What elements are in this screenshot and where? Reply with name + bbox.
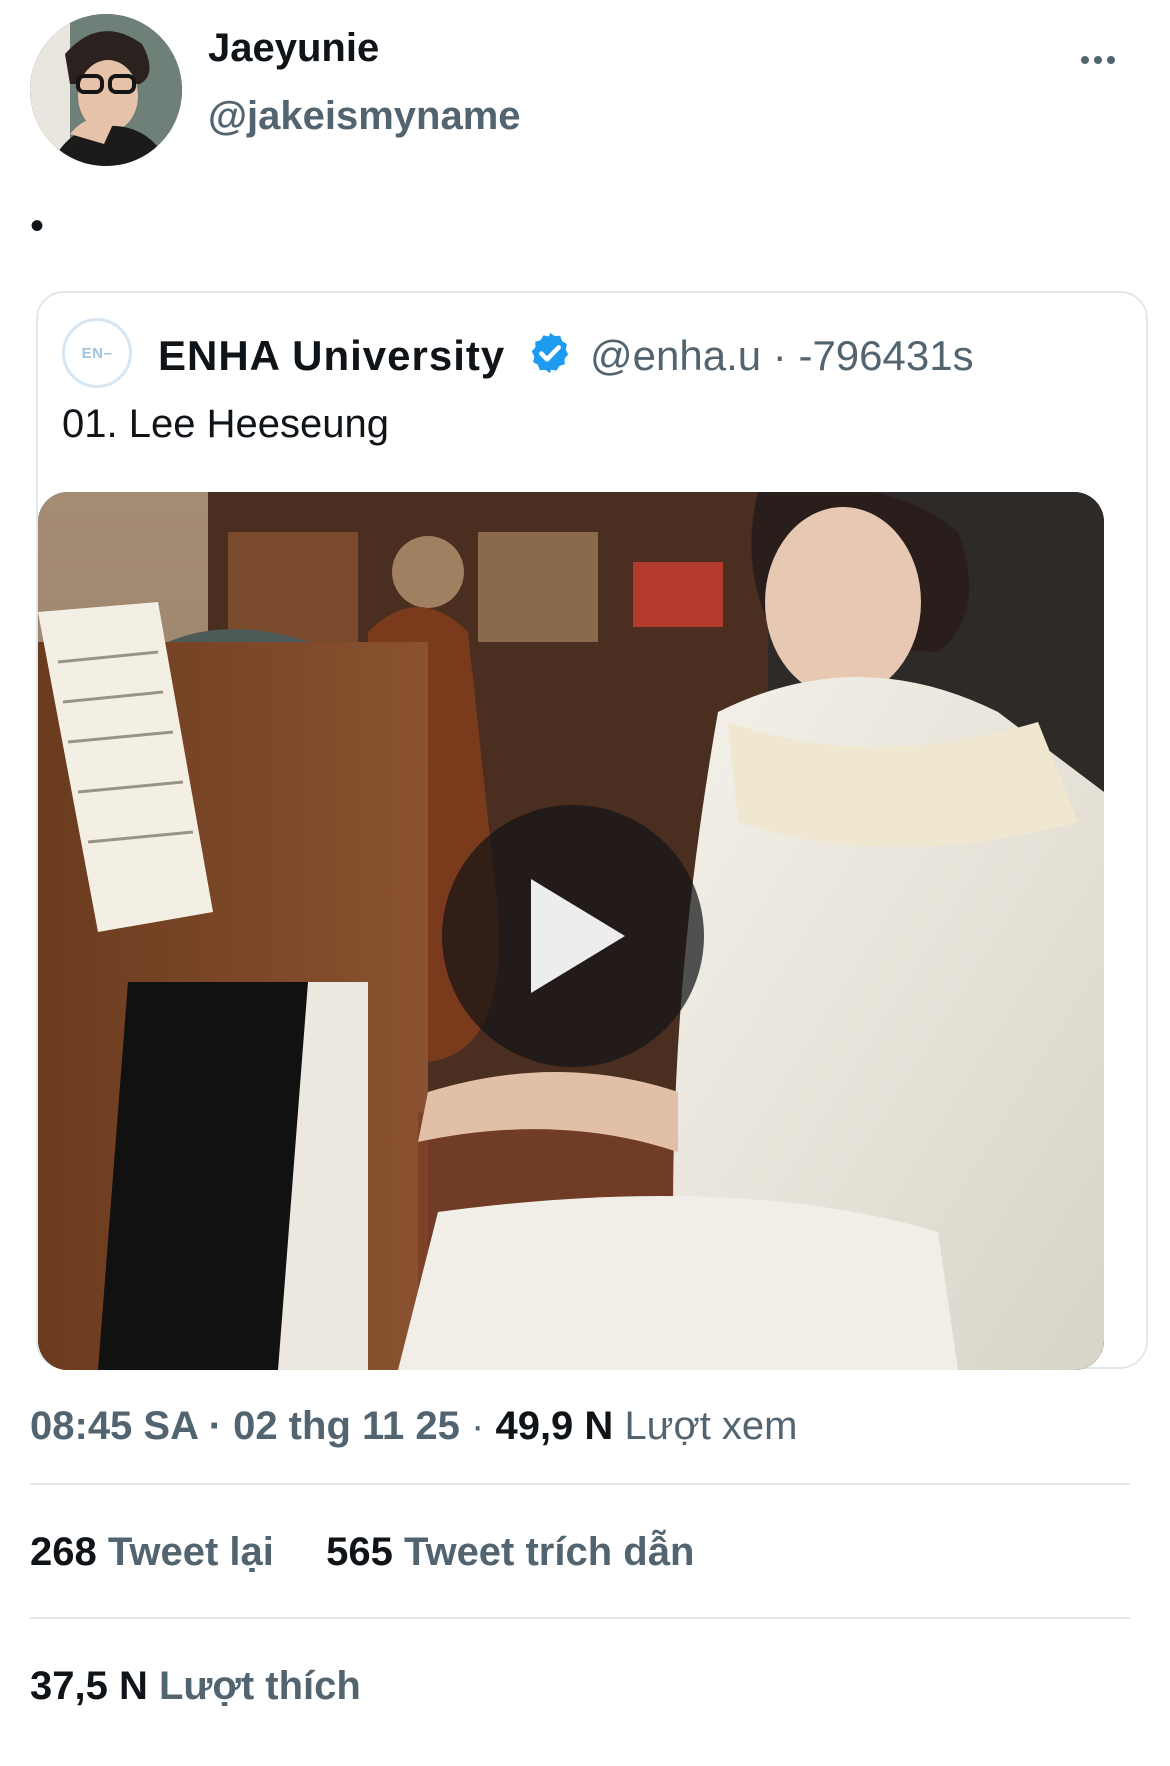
dot — [1081, 56, 1089, 64]
dot — [1107, 56, 1115, 64]
engagement-stats-row: 268 Tweet lại 565 Tweet trích dẫn — [30, 1530, 694, 1575]
divider — [30, 1617, 1130, 1619]
likes-label: Lượt thích — [158, 1664, 361, 1708]
avatar-photo — [30, 14, 182, 166]
tweet-meta-line: 08:45 SA · 02 thg 11 25 · 49,9 N Lượt xe… — [30, 1404, 797, 1449]
dot — [1094, 56, 1102, 64]
play-icon — [531, 879, 625, 993]
views-count: 49,9 N — [495, 1404, 614, 1448]
tweet-text: • — [30, 204, 45, 248]
likes-stat[interactable]: 37,5 N Lượt thích — [30, 1664, 361, 1709]
quoted-meta: @enha.u · -796431s — [590, 332, 974, 380]
quoted-author-name[interactable]: ENHA University — [158, 332, 505, 380]
verified-badge-icon — [531, 332, 569, 374]
separator-dot: · — [471, 1404, 485, 1448]
retweets-count: 268 — [30, 1530, 97, 1574]
likes-count: 37,5 N — [30, 1664, 148, 1708]
more-options-icon[interactable] — [1068, 40, 1128, 80]
retweets-stat[interactable]: 268 Tweet lại — [30, 1530, 285, 1574]
author-avatar[interactable] — [30, 14, 182, 166]
tweet-time: 08:45 SA — [30, 1404, 198, 1448]
quoted-author-avatar[interactable]: EN– — [62, 318, 132, 388]
quotes-label: Tweet trích dẫn — [403, 1530, 695, 1574]
retweets-label: Tweet lại — [107, 1530, 274, 1574]
tweet-date: 02 thg 11 25 — [233, 1404, 460, 1448]
quotes-stat[interactable]: 565 Tweet trích dẫn — [326, 1530, 694, 1574]
divider — [30, 1483, 1130, 1485]
views-label: Lượt xem — [624, 1404, 798, 1448]
quoted-handle[interactable]: @enha.u — [590, 332, 761, 379]
separator-dot: · — [208, 1404, 222, 1448]
quotes-count: 565 — [326, 1530, 393, 1574]
play-button[interactable] — [442, 805, 704, 1067]
quoted-time[interactable]: -796431s — [798, 332, 973, 379]
quoted-tweet-text: 01. Lee Heeseung — [62, 402, 389, 446]
author-handle[interactable]: @jakeismyname — [208, 94, 521, 139]
author-display-name[interactable]: Jaeyunie — [208, 26, 379, 71]
separator-dot: · — [772, 332, 787, 379]
